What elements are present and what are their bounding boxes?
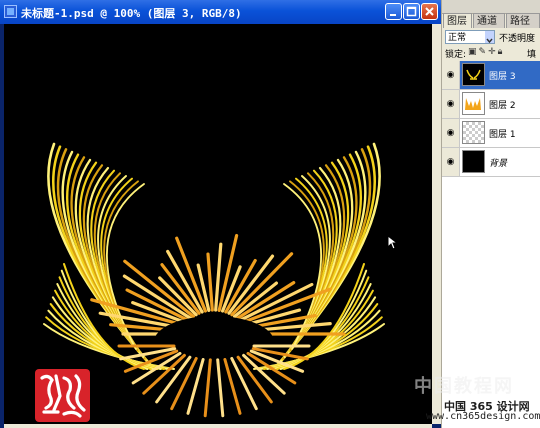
maximize-button[interactable] <box>403 3 420 20</box>
layer-row-2[interactable]: ◉ 图层 2 <box>442 90 540 119</box>
dropdown-arrow-icon[interactable] <box>485 31 494 44</box>
layer-thumbnail <box>462 92 485 115</box>
tab-paths[interactable]: 路径 <box>506 13 540 28</box>
layer-thumbnail <box>462 150 485 173</box>
tab-channels[interactable]: 通道 <box>473 13 505 28</box>
flame-petal <box>123 259 195 319</box>
lock-position-icon[interactable]: ✛ <box>488 47 498 57</box>
red-seal-stamp <box>35 369 90 422</box>
lock-buttons[interactable]: ▣✎✛🔒︎ <box>468 47 504 57</box>
layer-thumbnail <box>462 63 485 86</box>
window-border <box>0 24 4 428</box>
minimize-button[interactable] <box>385 3 402 20</box>
visibility-toggle[interactable]: ◉ <box>442 61 460 89</box>
opacity-label: 不透明度 <box>499 34 536 44</box>
close-button[interactable] <box>421 3 438 20</box>
minimize-icon <box>390 14 396 16</box>
layer-name: 图层 1 <box>489 130 516 140</box>
eye-icon[interactable]: ◉ <box>445 157 456 168</box>
flame-artwork <box>43 142 385 418</box>
eye-icon[interactable]: ◉ <box>445 70 456 81</box>
layer-name: 背景 <box>489 159 508 169</box>
document-window: 未标题-1.psd @ 100% (图层 3, RGB/8) <box>0 0 441 428</box>
layer-row-background[interactable]: ◉ 背景 <box>442 148 540 177</box>
layers-panel: 图层 通道 路径 正常 不透明度 锁定: ▣✎✛🔒︎ 填充 ◉ 图层 3 ◉ 图… <box>441 0 540 428</box>
tab-layers[interactable]: 图层 <box>443 13 472 28</box>
image-canvas[interactable] <box>4 24 432 424</box>
lock-all-icon[interactable]: 🔒︎ <box>498 47 505 57</box>
eye-icon[interactable]: ◉ <box>445 99 456 110</box>
close-icon <box>425 7 434 16</box>
flame-petal <box>203 358 212 418</box>
layer-row-3[interactable]: ◉ 图层 3 <box>442 61 540 90</box>
layer-row-1[interactable]: ◉ 图层 1 <box>442 119 540 148</box>
lock-paint-icon[interactable]: ✎ <box>479 47 489 57</box>
horizontal-scrollbar[interactable] <box>4 424 432 428</box>
layer-name: 图层 3 <box>489 72 516 82</box>
visibility-toggle[interactable]: ◉ <box>442 119 460 147</box>
arrow-cursor-icon <box>387 235 401 250</box>
layer-name: 图层 2 <box>489 101 516 111</box>
photoshop-document-icon <box>4 5 17 18</box>
vertical-scrollbar[interactable] <box>432 24 441 424</box>
lock-label: 锁定: <box>445 50 467 60</box>
layer-thumbnail <box>462 121 485 144</box>
visibility-toggle[interactable]: ◉ <box>442 148 460 176</box>
panel-header[interactable] <box>442 0 540 14</box>
watermark-logo: 中国教程网 <box>414 376 514 397</box>
flame-petal <box>206 252 214 312</box>
eye-icon[interactable]: ◉ <box>445 128 456 139</box>
visibility-toggle[interactable]: ◉ <box>442 90 460 118</box>
flame-petal <box>216 358 225 418</box>
maximize-icon <box>406 6 417 17</box>
panel-tabs: 图层 通道 路径 <box>442 13 540 28</box>
lock-transparent-icon[interactable]: ▣ <box>468 47 479 57</box>
watermark-url: www.cn365design.com <box>426 411 540 422</box>
document-titlebar[interactable]: 未标题-1.psd @ 100% (图层 3, RGB/8) <box>0 0 441 24</box>
document-title: 未标题-1.psd @ 100% (图层 3, RGB/8) <box>21 7 242 20</box>
